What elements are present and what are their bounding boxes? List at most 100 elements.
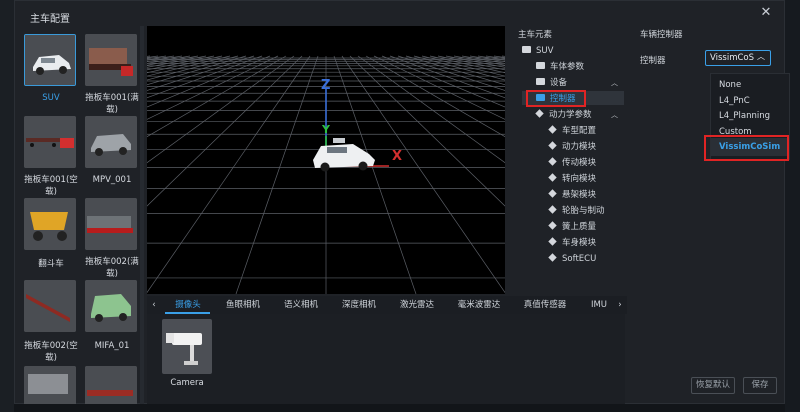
- cube-icon: [548, 189, 557, 198]
- close-icon[interactable]: ✕: [758, 5, 774, 21]
- tree-node-transmission[interactable]: 传动模块: [548, 156, 597, 170]
- option-none[interactable]: None: [719, 80, 741, 90]
- vehicle-label: SUV: [42, 93, 60, 103]
- tab-semantic-camera[interactable]: 语义相机: [275, 296, 327, 314]
- vehicle-card-suv[interactable]: [24, 34, 76, 86]
- folder-icon: [536, 62, 545, 69]
- truck-thumbnail-icon: [24, 280, 76, 332]
- cube-icon: [535, 109, 544, 118]
- vehicle-card-trailer[interactable]: [85, 366, 137, 404]
- tree-node-label: 车身模块: [562, 238, 597, 248]
- vehicle-card-mifa-01[interactable]: [85, 280, 137, 332]
- tab-lidar[interactable]: 激光雷达: [391, 296, 443, 314]
- tree-node-label: 转向模块: [562, 174, 597, 184]
- sensor-card-camera[interactable]: [162, 319, 212, 374]
- option-l4-planning[interactable]: L4_Planning: [719, 111, 770, 121]
- tab-imu[interactable]: IMU: [585, 296, 613, 314]
- vehicle-label: 拖板车001(空载): [24, 175, 78, 197]
- tab-depth-camera[interactable]: 深度相机: [333, 296, 385, 314]
- dump-truck-thumbnail-icon: [24, 198, 76, 250]
- tree-node-label: 悬架模块: [562, 190, 597, 200]
- tree-node-devices[interactable]: 设备: [536, 76, 567, 90]
- vehicle-card-mpv-001[interactable]: [85, 116, 137, 168]
- folder-icon: [536, 78, 545, 85]
- tab-fisheye-camera[interactable]: 鱼眼相机: [217, 296, 269, 314]
- vehicle-label: 拖板车002(满载): [85, 257, 139, 279]
- cube-icon: [548, 205, 557, 214]
- cube-icon: [548, 157, 557, 166]
- tree-node-vehicle-config[interactable]: 车型配置: [548, 124, 597, 138]
- tree-node-tires-brakes[interactable]: 轮胎与制动: [548, 204, 605, 218]
- axis-y-label: Y: [322, 123, 330, 136]
- restore-default-button[interactable]: 恢复默认: [691, 377, 735, 394]
- tree-node-label: 轮胎与制动: [562, 206, 605, 216]
- minivan-thumbnail-icon: [85, 280, 137, 332]
- controller-section-title: 车辆控制器: [640, 30, 683, 40]
- collapse-caret-icon[interactable]: ︿: [611, 110, 618, 120]
- annotation-highlight-controller: [526, 90, 586, 107]
- tab-ground-truth[interactable]: 真值传感器: [515, 296, 575, 314]
- truck-thumbnail-icon: [85, 198, 137, 250]
- option-l4-pnc[interactable]: L4_PnC: [719, 96, 750, 106]
- vehicle-list-scrollbar[interactable]: [140, 26, 144, 404]
- tree-node-label: SUV: [536, 46, 554, 56]
- vehicle-label: MPV_001: [92, 175, 132, 185]
- axis-z-label: Z: [321, 78, 331, 93]
- vehicle-card-flatbed-001-full[interactable]: [85, 34, 137, 86]
- collapse-caret-icon[interactable]: ︿: [611, 78, 618, 88]
- tree-node-label: 动力学参数: [549, 110, 592, 120]
- axis-x-label: X: [392, 149, 403, 164]
- sensor-item-panel: [147, 314, 625, 404]
- tree-node-label: 车型配置: [562, 126, 597, 136]
- 3d-viewport[interactable]: Z Y X: [147, 26, 505, 294]
- sensor-label-camera: Camera: [170, 378, 204, 388]
- cube-icon: [548, 253, 557, 262]
- annotation-highlight-option: [704, 135, 789, 161]
- tree-node-suv[interactable]: SUV: [522, 44, 553, 58]
- tree-title: 主车元素: [518, 30, 553, 40]
- cube-icon: [548, 125, 557, 134]
- truck-thumbnail-icon: [85, 34, 137, 86]
- vehicle-label: 拖板车002(空载): [24, 341, 78, 363]
- tree-node-label: 动力模块: [562, 142, 597, 152]
- tree-node-body-params[interactable]: 车体参数: [536, 60, 584, 74]
- tree-node-powertrain[interactable]: 动力模块: [548, 140, 597, 154]
- tree-node-suspension[interactable]: 悬架模块: [548, 188, 597, 202]
- tab-prev-icon[interactable]: ‹: [147, 296, 161, 314]
- tree-node-label: 传动模块: [562, 158, 597, 168]
- chevron-up-icon[interactable]: ︿: [757, 51, 765, 62]
- vehicle-card-container-truck[interactable]: [24, 366, 76, 404]
- tree-node-steering[interactable]: 转向模块: [548, 172, 597, 186]
- cube-icon: [548, 141, 557, 150]
- tree-node-sprung-mass[interactable]: 簧上质量: [548, 220, 597, 234]
- vehicle-label: 翻斗车: [38, 259, 64, 269]
- folder-icon: [522, 46, 531, 53]
- tree-node-label: 车体参数: [550, 62, 585, 72]
- vehicle-card-flatbed-002-full[interactable]: [85, 198, 137, 250]
- save-button[interactable]: 保存: [743, 377, 777, 394]
- tab-radar[interactable]: 毫米波雷达: [449, 296, 509, 314]
- tree-node-softecu[interactable]: SoftECU: [548, 252, 597, 266]
- sensor-tab-bar: ‹ 摄像头 鱼眼相机 语义相机 深度相机 激光雷达 毫米波雷达 真值传感器 IM…: [147, 296, 627, 314]
- vehicle-card-dump-truck[interactable]: [24, 198, 76, 250]
- vehicle-card-flatbed-001-empty[interactable]: [24, 116, 76, 168]
- tree-node-label: 设备: [550, 78, 568, 88]
- tree-node-body-module[interactable]: 车身模块: [548, 236, 597, 250]
- truck-thumbnail-icon: [85, 366, 137, 404]
- tree-node-label: SoftECU: [562, 254, 597, 264]
- vehicle-label: MIFA_01: [94, 341, 130, 351]
- vehicle-card-flatbed-002-empty[interactable]: [24, 280, 76, 332]
- cube-icon: [548, 173, 557, 182]
- background-edge-right: [785, 0, 800, 412]
- vehicle-list: SUV 拖板车001(满载) 拖板车001(空载) MPV_001 翻斗车 拖板…: [20, 26, 142, 404]
- background-edge: [0, 0, 14, 412]
- tab-next-icon[interactable]: ›: [613, 296, 627, 314]
- ground-grid: [147, 55, 505, 294]
- mpv-thumbnail-icon: [85, 116, 137, 168]
- truck-thumbnail-icon: [24, 366, 76, 404]
- tree-node-label: 簧上质量: [562, 222, 597, 232]
- cube-icon: [548, 221, 557, 230]
- suv-thumbnail-icon: [25, 35, 75, 85]
- tree-node-dynamics[interactable]: 动力学参数: [535, 108, 592, 122]
- camera-icon: [166, 333, 202, 365]
